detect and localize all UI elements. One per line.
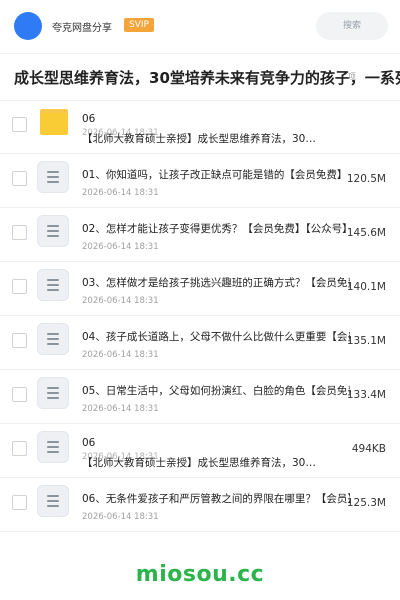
file-size: 125.3M	[346, 497, 386, 509]
watermark: miosou.cc	[135, 562, 265, 587]
file-name[interactable]: 06	[82, 113, 350, 125]
file-subname: 【北师大教育硕士亲授】成长型思维养育法，30…	[82, 133, 316, 145]
document-icon	[37, 485, 69, 517]
file-size: 145.6M	[346, 227, 386, 239]
file-date: 2026-06-14 18:31	[82, 242, 159, 252]
file-name[interactable]: 04、孩子成长道路上，父母不做什么比做什么更重要【会员】	[82, 329, 350, 344]
file-name[interactable]: 06	[82, 437, 350, 449]
file-size: 494KB	[351, 443, 386, 455]
file-date: 2026-06-14 18:31	[82, 404, 159, 414]
document-icon	[37, 269, 69, 301]
file-date: 2026-06-14 18:31	[82, 512, 159, 522]
search-input[interactable]: 搜索	[316, 12, 388, 40]
row-checkbox[interactable]	[12, 117, 27, 132]
avatar[interactable]	[14, 12, 42, 40]
row-checkbox[interactable]	[12, 441, 27, 456]
folder-icon	[40, 109, 68, 135]
row-checkbox[interactable]	[12, 171, 27, 186]
file-row[interactable]: 03、怎样做才是给孩子挑选兴趣班的正确方式？【会员免费】 2026-06-14 1…	[0, 261, 400, 316]
row-checkbox[interactable]	[12, 333, 27, 348]
document-icon	[37, 431, 69, 463]
row-checkbox[interactable]	[12, 225, 27, 240]
file-row[interactable]: 01、你知道吗，让孩子改正缺点可能是错的【会员免费】 2026-06-14 18:…	[0, 153, 400, 208]
file-row[interactable]: 06、无条件爱孩子和严厉管教之间的界限在哪里？【会员】 2026-06-14 18…	[0, 477, 400, 532]
page-title: 成长型思维养育法，30堂培养未来有竞争力的孩子，一系列	[14, 69, 400, 87]
title-overlay-text: 项	[348, 72, 356, 81]
row-checkbox[interactable]	[12, 495, 27, 510]
file-size: 120.5M	[346, 173, 386, 185]
document-icon	[37, 377, 69, 409]
svip-badge: SVIP	[124, 18, 154, 32]
file-size: 135.1M	[346, 335, 386, 347]
header-bar: 夸克网盘分享 SVIP 搜索	[0, 0, 400, 52]
file-row[interactable]: 06 2026-06-14 18:31 【北师大教育硕士亲授】成长型思维养育法，30…	[0, 423, 400, 478]
file-name[interactable]: 01、你知道吗，让孩子改正缺点可能是错的【会员免费】	[82, 167, 350, 182]
file-date: 2026-06-14 18:31	[82, 350, 159, 360]
document-icon	[37, 323, 69, 355]
file-size: 140.1M	[346, 281, 386, 293]
site-name: 夸克网盘分享	[52, 23, 112, 34]
file-name[interactable]: 03、怎样做才是给孩子挑选兴趣班的正确方式？【会员免费】	[82, 275, 350, 290]
file-row[interactable]: 05、日常生活中，父母如何扮演红、白脸的角色【会员免费】 2026-06-14 1…	[0, 369, 400, 424]
document-icon	[37, 215, 69, 247]
file-name[interactable]: 02、怎样才能让孩子变得更优秀？【会员免费】【公众号】	[82, 221, 350, 236]
file-name[interactable]: 06、无条件爱孩子和严厉管教之间的界限在哪里？【会员】	[82, 491, 350, 506]
file-row[interactable]: 06 2026-06-14 18:31 【北师大教育硕士亲授】成长型思维养育法，30…	[0, 99, 400, 154]
file-size: 133.4M	[346, 389, 386, 401]
file-name[interactable]: 05、日常生活中，父母如何扮演红、白脸的角色【会员免费】	[82, 383, 350, 398]
row-checkbox[interactable]	[12, 387, 27, 402]
file-row[interactable]: 04、孩子成长道路上，父母不做什么比做什么更重要【会员】 2026-06-14 1…	[0, 315, 400, 370]
file-date: 2026-06-14 18:31	[82, 296, 159, 306]
row-checkbox[interactable]	[12, 279, 27, 294]
file-date: 2026-06-14 18:31	[82, 188, 159, 198]
file-row[interactable]: 02、怎样才能让孩子变得更优秀？【会员免费】【公众号】 2026-06-14 18…	[0, 207, 400, 262]
title-bar: 成长型思维养育法，30堂培养未来有竞争力的孩子，一系列 项	[0, 53, 400, 101]
document-icon	[37, 161, 69, 193]
file-subname: 【北师大教育硕士亲授】成长型思维养育法，30…	[82, 457, 316, 469]
